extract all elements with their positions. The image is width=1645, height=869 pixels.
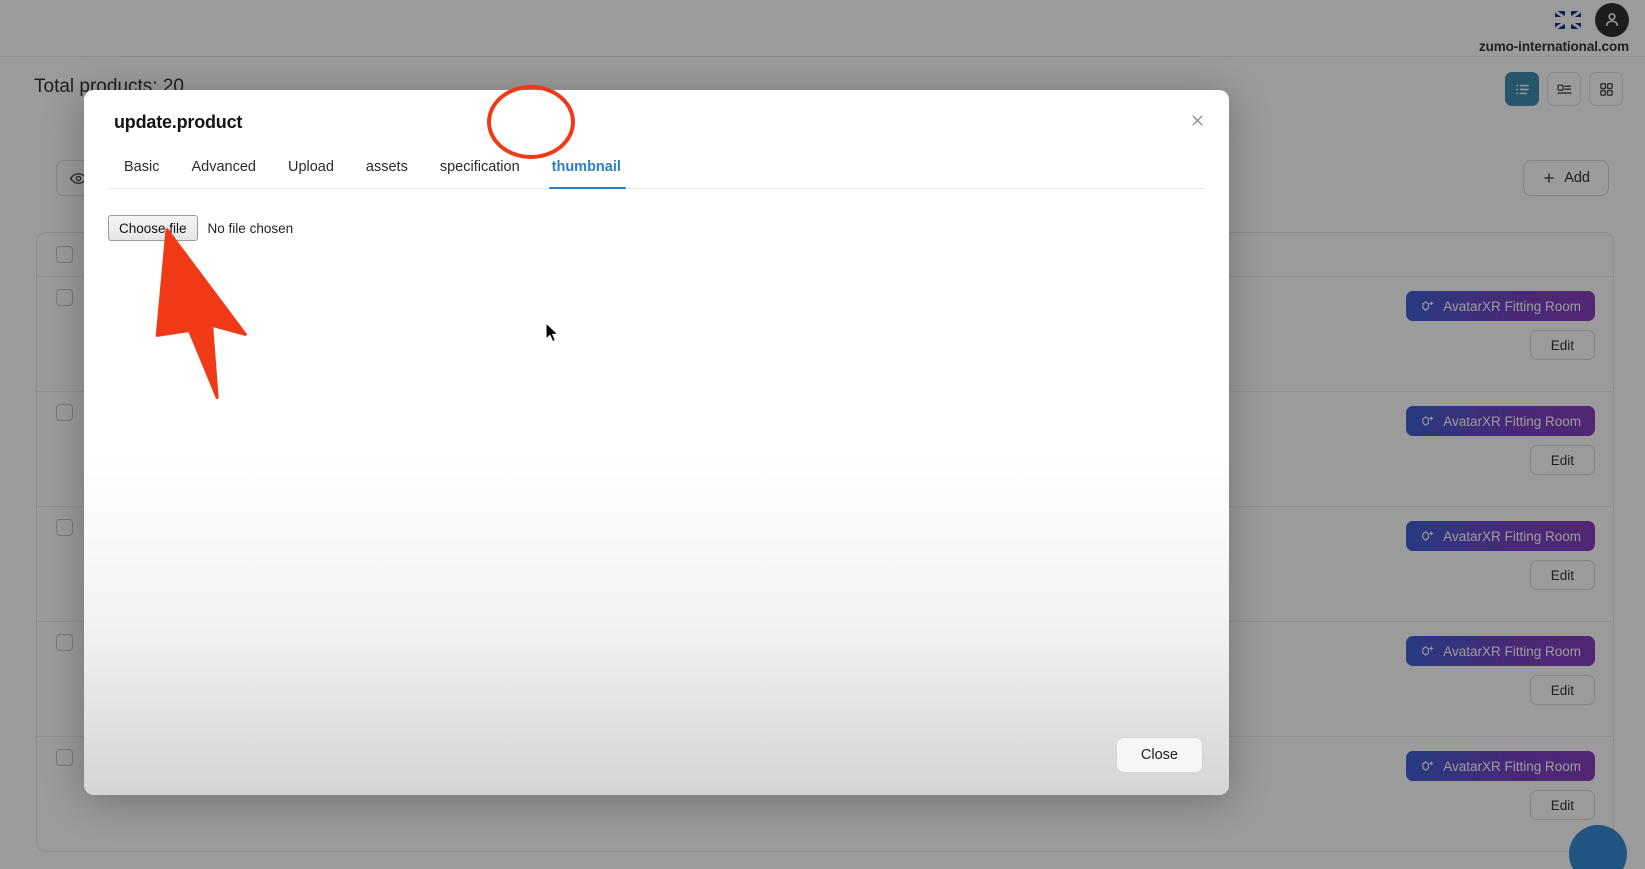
close-icon[interactable] — [1183, 106, 1211, 134]
tab-thumbnail[interactable]: thumbnail — [536, 151, 637, 189]
modal-tab-bar: Basic Advanced Upload assets specificati… — [108, 151, 1205, 189]
modal-title: update.product — [114, 112, 243, 132]
app-root: zumo-international.com Total products: 2… — [0, 0, 1645, 869]
tab-upload[interactable]: Upload — [272, 151, 350, 188]
modal-footer: Close — [84, 737, 1229, 795]
tab-advanced[interactable]: Advanced — [175, 151, 272, 188]
file-upload-row: Choose file No file chosen — [108, 215, 1205, 241]
update-product-modal: update.product Basic Advanced Upload ass… — [84, 90, 1229, 795]
modal-content-thumbnail: Choose file No file chosen — [84, 189, 1229, 737]
modal-close-button[interactable]: Close — [1115, 737, 1203, 773]
tab-specification[interactable]: specification — [424, 151, 536, 188]
tab-assets[interactable]: assets — [350, 151, 424, 188]
file-status-text: No file chosen — [207, 220, 294, 236]
tab-basic[interactable]: Basic — [108, 151, 175, 188]
choose-file-button[interactable]: Choose file — [108, 215, 198, 241]
